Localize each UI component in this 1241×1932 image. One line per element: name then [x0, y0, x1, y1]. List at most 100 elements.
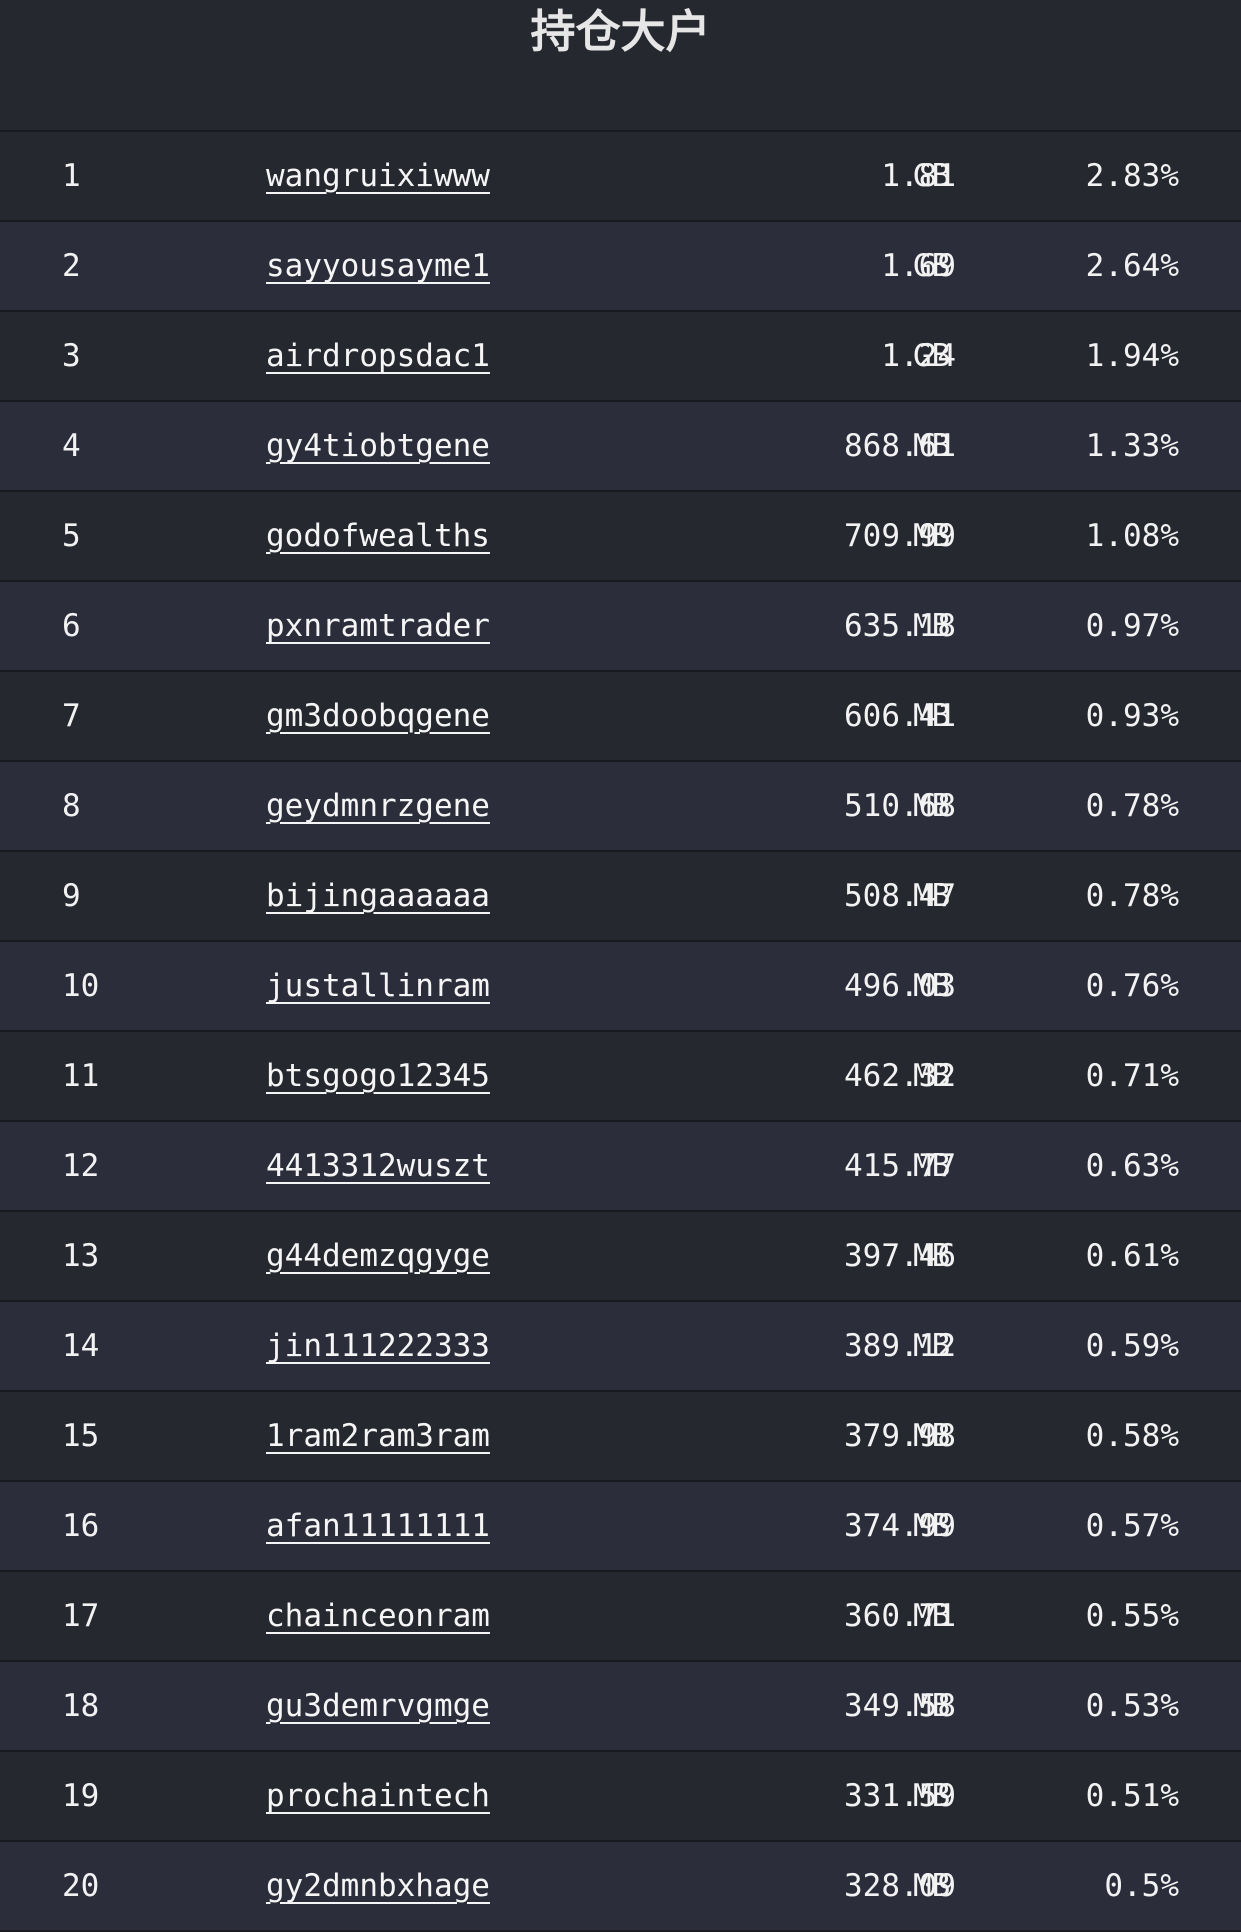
- rank-cell: 15: [62, 1418, 100, 1454]
- page-header: 持仓大户: [0, 0, 1241, 130]
- unit-cell: MB: [913, 878, 951, 914]
- rank-cell: 1: [62, 158, 81, 194]
- account-link[interactable]: geydmnrzgene: [266, 762, 490, 850]
- unit-cell: MB: [913, 1688, 951, 1724]
- unit-cell: MB: [913, 698, 951, 734]
- account-link[interactable]: pxnramtrader: [266, 582, 490, 670]
- table-row: 10 justallinram 496.03 MB 0.76%: [0, 940, 1241, 1030]
- account-link[interactable]: sayyousayme1: [266, 222, 490, 310]
- table-row: 18 gu3demrvgmge 349.58 MB 0.53%: [0, 1660, 1241, 1750]
- unit-cell: MB: [913, 1238, 951, 1274]
- account-link[interactable]: gm3doobqgene: [266, 672, 490, 760]
- percent-cell: 0.57%: [1085, 1508, 1179, 1544]
- account-link[interactable]: g44demzqgyge: [266, 1212, 490, 1300]
- table-row: 12 4413312wuszt 415.77 MB 0.63%: [0, 1120, 1241, 1210]
- percent-cell: 0.93%: [1085, 698, 1179, 734]
- percent-cell: 0.5%: [1104, 1868, 1179, 1904]
- rank-cell: 18: [62, 1688, 100, 1724]
- account-link[interactable]: chainceonram: [266, 1572, 490, 1660]
- percent-cell: 1.08%: [1085, 518, 1179, 554]
- rank-cell: 4: [62, 428, 81, 464]
- percent-cell: 0.71%: [1085, 1058, 1179, 1094]
- unit-cell: MB: [913, 1778, 951, 1814]
- unit-cell: MB: [913, 968, 951, 1004]
- unit-cell: MB: [913, 518, 951, 554]
- account-link[interactable]: afan11111111: [266, 1482, 490, 1570]
- rank-cell: 12: [62, 1148, 100, 1184]
- percent-cell: 1.94%: [1085, 338, 1179, 374]
- table-row: 17 chainceonram 360.71 MB 0.55%: [0, 1570, 1241, 1660]
- table-row: 11 btsgogo12345 462.32 MB 0.71%: [0, 1030, 1241, 1120]
- table-row: 20 gy2dmnbxhage 328.09 MB 0.5%: [0, 1840, 1241, 1932]
- percent-cell: 0.61%: [1085, 1238, 1179, 1274]
- account-link[interactable]: 4413312wuszt: [266, 1122, 490, 1210]
- table-row: 3 airdropsdac1 1.24 GB 1.94%: [0, 310, 1241, 400]
- percent-cell: 0.55%: [1085, 1598, 1179, 1634]
- page-title: 持仓大户: [530, 5, 711, 58]
- rank-cell: 5: [62, 518, 81, 554]
- percent-cell: 0.97%: [1085, 608, 1179, 644]
- unit-cell: GB: [913, 338, 951, 374]
- account-link[interactable]: gu3demrvgmge: [266, 1662, 490, 1750]
- unit-cell: MB: [913, 1148, 951, 1184]
- rank-cell: 19: [62, 1778, 100, 1814]
- rank-cell: 10: [62, 968, 100, 1004]
- table-row: 9 bijingaaaaaa 508.47 MB 0.78%: [0, 850, 1241, 940]
- unit-cell: MB: [913, 1418, 951, 1454]
- percent-cell: 0.78%: [1085, 788, 1179, 824]
- table-row: 8 geydmnrzgene 510.68 MB 0.78%: [0, 760, 1241, 850]
- unit-cell: MB: [913, 608, 951, 644]
- unit-cell: MB: [913, 428, 951, 464]
- unit-cell: MB: [913, 1598, 951, 1634]
- holders-table: 1 wangruixiwww 1.81 GB 2.83% 2 sayyousay…: [0, 130, 1241, 1932]
- rank-cell: 20: [62, 1868, 100, 1904]
- percent-cell: 0.63%: [1085, 1148, 1179, 1184]
- percent-cell: 0.59%: [1085, 1328, 1179, 1364]
- unit-cell: MB: [913, 1328, 951, 1364]
- account-link[interactable]: wangruixiwww: [266, 132, 490, 220]
- account-link[interactable]: btsgogo12345: [266, 1032, 490, 1120]
- unit-cell: MB: [913, 1868, 951, 1904]
- rank-cell: 13: [62, 1238, 100, 1274]
- table-row: 14 jin111222333 389.12 MB 0.59%: [0, 1300, 1241, 1390]
- unit-cell: MB: [913, 1058, 951, 1094]
- account-link[interactable]: bijingaaaaaa: [266, 852, 490, 940]
- account-link[interactable]: airdropsdac1: [266, 312, 490, 400]
- percent-cell: 2.83%: [1085, 158, 1179, 194]
- percent-cell: 2.64%: [1085, 248, 1179, 284]
- unit-cell: GB: [913, 248, 951, 284]
- table-row: 7 gm3doobqgene 606.41 MB 0.93%: [0, 670, 1241, 760]
- rank-cell: 9: [62, 878, 81, 914]
- account-link[interactable]: gy2dmnbxhage: [266, 1842, 490, 1930]
- table-row: 5 godofwealths 709.99 MB 1.08%: [0, 490, 1241, 580]
- rank-cell: 8: [62, 788, 81, 824]
- percent-cell: 0.76%: [1085, 968, 1179, 1004]
- table-row: 16 afan11111111 374.99 MB 0.57%: [0, 1480, 1241, 1570]
- percent-cell: 0.53%: [1085, 1688, 1179, 1724]
- rank-cell: 17: [62, 1598, 100, 1634]
- unit-cell: MB: [913, 788, 951, 824]
- account-link[interactable]: godofwealths: [266, 492, 490, 580]
- rank-cell: 2: [62, 248, 81, 284]
- percent-cell: 0.51%: [1085, 1778, 1179, 1814]
- account-link[interactable]: gy4tiobtgene: [266, 402, 490, 490]
- table-row: 4 gy4tiobtgene 868.61 MB 1.33%: [0, 400, 1241, 490]
- account-link[interactable]: prochaintech: [266, 1752, 490, 1840]
- unit-cell: MB: [913, 1508, 951, 1544]
- percent-cell: 0.78%: [1085, 878, 1179, 914]
- rank-cell: 7: [62, 698, 81, 734]
- table-row: 2 sayyousayme1 1.69 GB 2.64%: [0, 220, 1241, 310]
- account-link[interactable]: jin111222333: [266, 1302, 490, 1390]
- unit-cell: GB: [913, 158, 951, 194]
- percent-cell: 0.58%: [1085, 1418, 1179, 1454]
- rank-cell: 11: [62, 1058, 100, 1094]
- table-row: 13 g44demzqgyge 397.46 MB 0.61%: [0, 1210, 1241, 1300]
- rank-cell: 6: [62, 608, 81, 644]
- table-row: 19 prochaintech 331.59 MB 0.51%: [0, 1750, 1241, 1840]
- table-row: 15 1ram2ram3ram 379.98 MB 0.58%: [0, 1390, 1241, 1480]
- account-link[interactable]: 1ram2ram3ram: [266, 1392, 490, 1480]
- rank-cell: 3: [62, 338, 81, 374]
- rank-cell: 16: [62, 1508, 100, 1544]
- account-link[interactable]: justallinram: [266, 942, 490, 1030]
- rank-cell: 14: [62, 1328, 100, 1364]
